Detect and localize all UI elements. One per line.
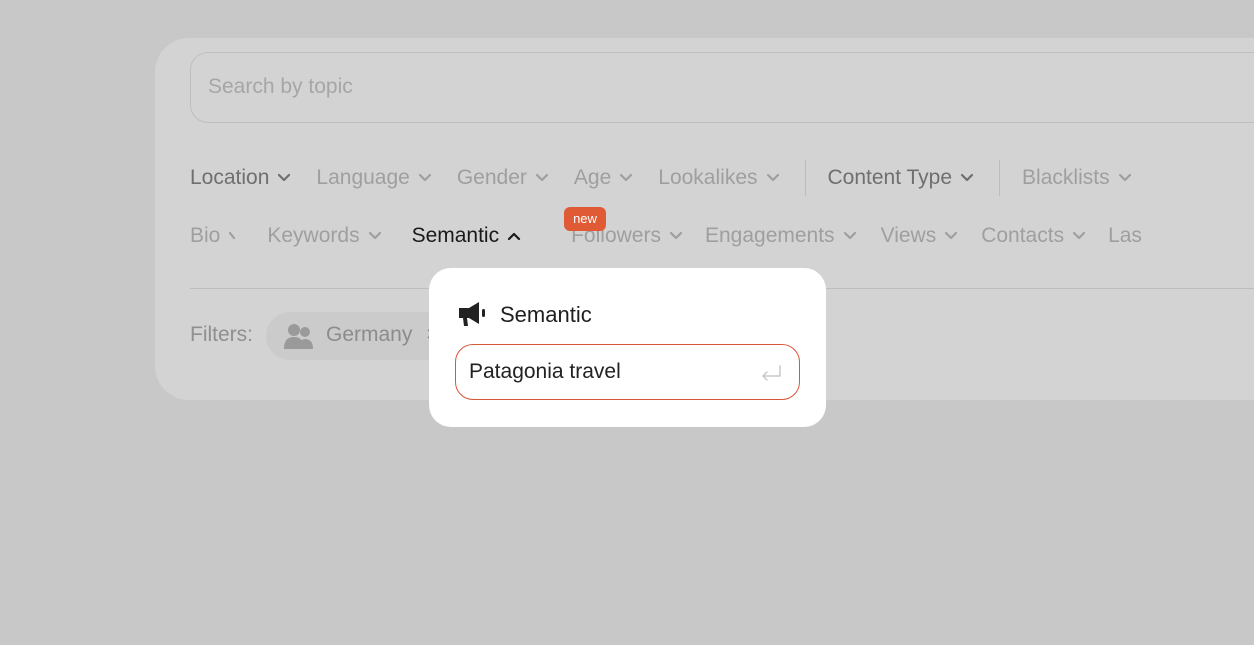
chevron-down-icon: [843, 231, 856, 240]
last-filter-label: Las: [1108, 224, 1142, 247]
chevron-down-icon: [368, 231, 381, 240]
content-type-filter[interactable]: Content Type: [828, 166, 975, 190]
chevron-down-icon: [1118, 173, 1131, 182]
age-filter-label: Age: [573, 166, 612, 189]
chevron-down-icon: [229, 231, 236, 240]
lookalikes-filter[interactable]: Lookalikes: [658, 166, 779, 190]
chevron-down-icon: [418, 173, 431, 182]
lookalikes-filter-label: Lookalikes: [658, 166, 758, 189]
semantic-popup: Semantic Patagonia travel: [429, 268, 826, 427]
semantic-query-value: Patagonia travel: [469, 360, 621, 383]
chevron-down-icon: [1072, 231, 1086, 240]
filter-row-secondary: Bio Keywords Semantic Followers Engageme…: [190, 218, 1142, 254]
new-badge: new: [564, 207, 606, 231]
engagements-filter[interactable]: Engagements: [705, 224, 857, 248]
filter-separator: [804, 160, 806, 196]
age-filter[interactable]: Age: [574, 166, 633, 190]
users-icon: [284, 324, 313, 349]
search-placeholder: Search by topic: [208, 75, 353, 98]
gender-filter-label: Gender: [456, 166, 527, 189]
chevron-down-icon: [945, 231, 958, 240]
language-filter[interactable]: Language: [316, 166, 431, 190]
chevron-down-icon: [620, 173, 633, 182]
contacts-filter[interactable]: Contacts: [981, 224, 1086, 248]
location-filter[interactable]: Location: [190, 166, 291, 190]
megaphone-icon: [459, 302, 485, 326]
content-type-filter-label: Content Type: [827, 166, 953, 189]
semantic-query-input[interactable]: Patagonia travel: [455, 344, 800, 400]
active-filters-label: Filters:: [190, 323, 253, 346]
engagements-filter-label: Engagements: [704, 224, 835, 247]
views-filter-label: Views: [880, 224, 937, 247]
popup-title: Semantic: [500, 302, 592, 327]
semantic-filter-label: Semantic: [411, 224, 500, 247]
chevron-down-icon: [669, 231, 683, 240]
contacts-filter-label: Contacts: [981, 224, 1065, 247]
chevron-down-icon: [960, 173, 974, 182]
search-input[interactable]: Search by topic: [190, 52, 1254, 123]
last-filter[interactable]: Las: [1108, 224, 1142, 248]
keywords-filter[interactable]: Keywords: [267, 224, 381, 248]
filter-row-primary: Location Language Gender Age Lookalikes …: [190, 160, 1132, 196]
bio-filter-label: Bio: [190, 224, 221, 247]
views-filter[interactable]: Views: [881, 224, 959, 248]
chevron-down-icon: [535, 173, 548, 182]
semantic-filter[interactable]: Semantic: [412, 224, 522, 248]
chevron-up-icon: [508, 232, 521, 241]
bio-filter[interactable]: Bio: [190, 224, 236, 248]
blacklists-filter-label: Blacklists: [1022, 166, 1110, 189]
blacklists-filter[interactable]: Blacklists: [1022, 166, 1132, 190]
keywords-filter-label: Keywords: [267, 224, 360, 247]
location-filter-label: Location: [190, 166, 270, 189]
enter-icon[interactable]: [759, 364, 783, 382]
chevron-down-icon: [766, 173, 779, 182]
language-filter-label: Language: [316, 166, 410, 189]
filter-chip-label: Germany: [326, 323, 413, 346]
filter-separator: [999, 160, 1001, 196]
gender-filter[interactable]: Gender: [457, 166, 549, 190]
chevron-down-icon: [278, 173, 291, 182]
